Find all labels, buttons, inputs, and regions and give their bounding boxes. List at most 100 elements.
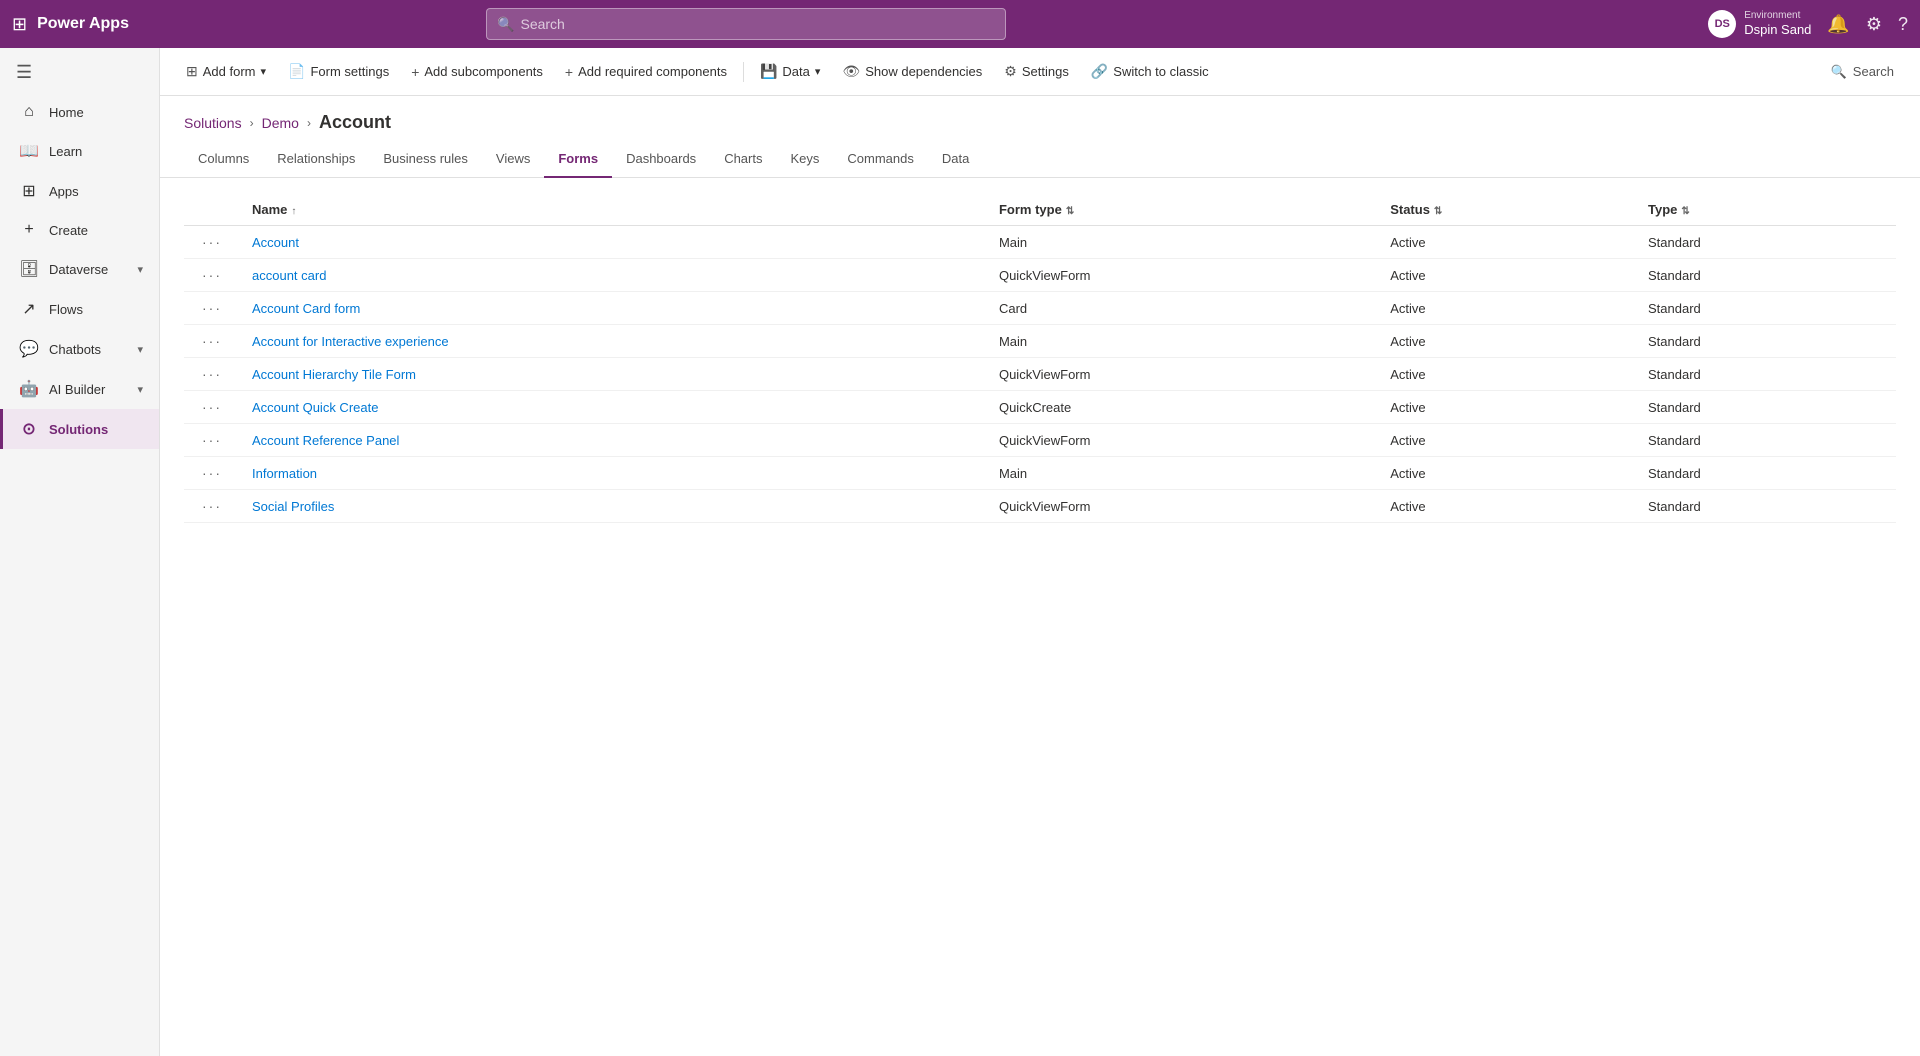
help-icon[interactable]: ? — [1898, 14, 1908, 35]
row-status-4: Active — [1378, 358, 1636, 391]
global-search-box[interactable]: 🔍 — [486, 8, 1006, 40]
top-bar-left: ⊞ Power Apps — [12, 14, 129, 35]
row-type-2: Standard — [1636, 292, 1896, 325]
form-settings-button[interactable]: 📄 Form settings — [278, 57, 399, 86]
row-menu-2[interactable]: ··· — [184, 292, 240, 325]
row-status-5: Active — [1378, 391, 1636, 424]
row-form-type-0: Main — [987, 226, 1378, 259]
row-name-7[interactable]: Information — [240, 457, 987, 490]
row-menu-7[interactable]: ··· — [184, 457, 240, 490]
add-subcomponents-button[interactable]: + Add subcomponents — [401, 58, 553, 86]
ai-builder-icon: 🤖 — [19, 379, 39, 399]
data-button[interactable]: 💾 Data ▾ — [750, 57, 830, 86]
tab-business-rules[interactable]: Business rules — [369, 141, 482, 178]
breadcrumb-demo[interactable]: Demo — [262, 115, 299, 131]
row-name-0[interactable]: Account — [240, 226, 987, 259]
row-menu-8[interactable]: ··· — [184, 490, 240, 523]
row-menu-6[interactable]: ··· — [184, 424, 240, 457]
row-name-5[interactable]: Account Quick Create — [240, 391, 987, 424]
sidebar-item-solutions[interactable]: ⊙ Solutions — [0, 409, 159, 449]
row-menu-4[interactable]: ··· — [184, 358, 240, 391]
settings-button[interactable]: ⚙ Settings — [994, 57, 1079, 86]
row-menu-5[interactable]: ··· — [184, 391, 240, 424]
row-status-6: Active — [1378, 424, 1636, 457]
row-menu-icon-5[interactable]: ··· — [196, 397, 228, 417]
tab-data[interactable]: Data — [928, 141, 983, 178]
chatbots-icon: 💬 — [19, 339, 39, 359]
tab-columns[interactable]: Columns — [184, 141, 263, 178]
row-menu-3[interactable]: ··· — [184, 325, 240, 358]
waffle-icon[interactable]: ⊞ — [12, 14, 27, 35]
row-menu-icon-2[interactable]: ··· — [196, 298, 228, 318]
search-icon: 🔍 — [497, 16, 514, 33]
row-menu-icon-8[interactable]: ··· — [196, 496, 228, 516]
global-search-input[interactable] — [520, 16, 995, 32]
row-menu-icon-4[interactable]: ··· — [196, 364, 228, 384]
sidebar-item-chatbots[interactable]: 💬 Chatbots ▾ — [0, 329, 159, 369]
tab-commands[interactable]: Commands — [833, 141, 927, 178]
table-row: ···account cardQuickViewFormActiveStanda… — [184, 259, 1896, 292]
breadcrumb-solutions[interactable]: Solutions — [184, 115, 242, 131]
toolbar-search-right[interactable]: 🔍 Search — [1821, 58, 1904, 86]
notification-icon[interactable]: 🔔 — [1827, 14, 1849, 35]
chatbots-expand-icon: ▾ — [137, 343, 143, 356]
row-menu-icon-3[interactable]: ··· — [196, 331, 228, 351]
add-required-components-button[interactable]: + Add required components — [555, 58, 737, 86]
show-dep-icon: 👁 — [842, 63, 860, 80]
row-menu-icon-7[interactable]: ··· — [196, 463, 228, 483]
row-menu-icon-0[interactable]: ··· — [196, 232, 228, 252]
create-icon: + — [19, 221, 39, 239]
row-menu-icon-6[interactable]: ··· — [196, 430, 228, 450]
sidebar-item-dataverse[interactable]: 🗄 Dataverse ▾ — [0, 249, 159, 289]
dataverse-icon: 🗄 — [19, 259, 39, 279]
row-menu-1[interactable]: ··· — [184, 259, 240, 292]
row-type-5: Standard — [1636, 391, 1896, 424]
sidebar-item-apps[interactable]: ⊞ Apps — [0, 171, 159, 211]
row-name-1[interactable]: account card — [240, 259, 987, 292]
breadcrumb-sep-1: › — [250, 116, 254, 130]
row-form-type-7: Main — [987, 457, 1378, 490]
sidebar: ☰ ⌂ Home 📖 Learn ⊞ Apps + Create 🗄 Datav… — [0, 48, 160, 1056]
settings-icon[interactable]: ⚙ — [1866, 14, 1882, 35]
col-header-status[interactable]: Status⇅ — [1378, 194, 1636, 226]
col-menu-header — [184, 194, 240, 226]
col-header-form-type[interactable]: Form type⇅ — [987, 194, 1378, 226]
sidebar-item-flows[interactable]: ↗ Flows — [0, 289, 159, 329]
show-dependencies-button[interactable]: 👁 Show dependencies — [832, 57, 992, 86]
row-name-3[interactable]: Account for Interactive experience — [240, 325, 987, 358]
settings-toolbar-icon: ⚙ — [1004, 63, 1017, 80]
tab-relationships[interactable]: Relationships — [263, 141, 369, 178]
sidebar-item-create[interactable]: + Create — [0, 211, 159, 249]
tab-views[interactable]: Views — [482, 141, 544, 178]
tab-forms[interactable]: Forms — [544, 141, 612, 178]
env-text: Environment Dspin Sand — [1744, 10, 1811, 38]
solutions-icon: ⊙ — [19, 419, 39, 439]
row-name-2[interactable]: Account Card form — [240, 292, 987, 325]
sort-icon-status: ⇅ — [1434, 206, 1442, 217]
row-type-3: Standard — [1636, 325, 1896, 358]
add-form-button[interactable]: ⊞ Add form ▾ — [176, 57, 276, 86]
tab-dashboards[interactable]: Dashboards — [612, 141, 710, 178]
tab-charts[interactable]: Charts — [710, 141, 776, 178]
main-layout: ☰ ⌂ Home 📖 Learn ⊞ Apps + Create 🗄 Datav… — [0, 48, 1920, 1056]
sidebar-item-ai-builder[interactable]: 🤖 AI Builder ▾ — [0, 369, 159, 409]
sidebar-label-chatbots: Chatbots — [49, 342, 101, 357]
data-icon: 💾 — [760, 63, 777, 80]
hamburger-menu[interactable]: ☰ — [0, 52, 159, 93]
row-name-8[interactable]: Social Profiles — [240, 490, 987, 523]
data-arrow: ▾ — [815, 65, 821, 78]
add-required-icon: + — [565, 64, 573, 80]
sidebar-item-learn[interactable]: 📖 Learn — [0, 131, 159, 171]
row-menu-0[interactable]: ··· — [184, 226, 240, 259]
tab-keys[interactable]: Keys — [776, 141, 833, 178]
sort-icon-type: ⇅ — [1681, 206, 1689, 217]
col-header-type[interactable]: Type⇅ — [1636, 194, 1896, 226]
row-menu-icon-1[interactable]: ··· — [196, 265, 228, 285]
col-header-name[interactable]: Name↑ — [240, 194, 987, 226]
row-name-4[interactable]: Account Hierarchy Tile Form — [240, 358, 987, 391]
switch-classic-button[interactable]: 🔗 Switch to classic — [1081, 57, 1219, 86]
settings-label: Settings — [1022, 64, 1069, 79]
entity-tabs: ColumnsRelationshipsBusiness rulesViewsF… — [160, 141, 1920, 178]
row-name-6[interactable]: Account Reference Panel — [240, 424, 987, 457]
sidebar-item-home[interactable]: ⌂ Home — [0, 93, 159, 131]
